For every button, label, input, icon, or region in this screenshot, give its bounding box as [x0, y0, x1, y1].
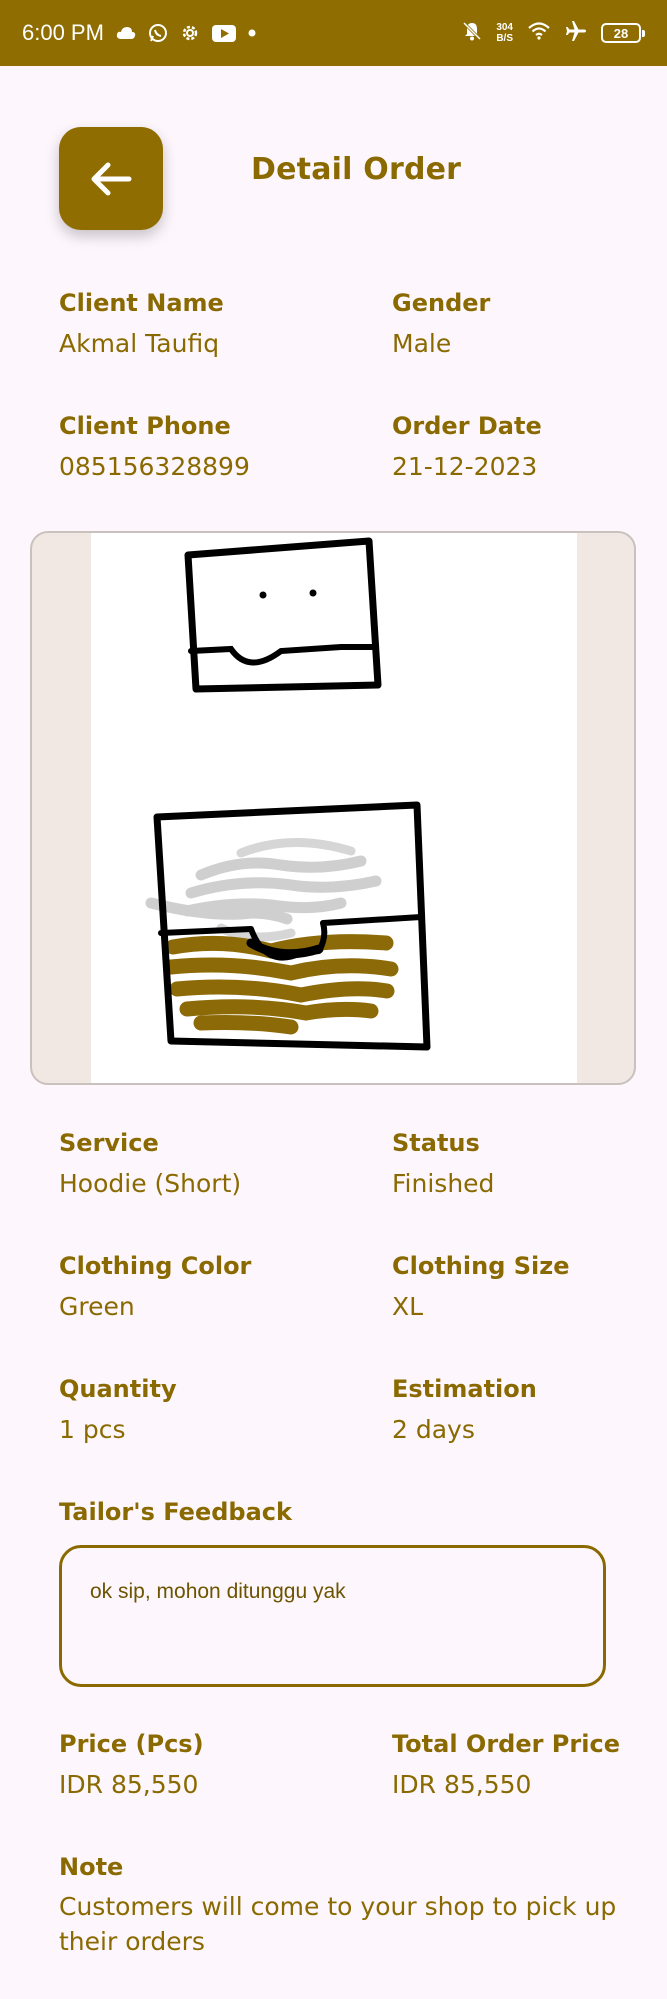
- status-value: Finished: [392, 1169, 495, 1198]
- youtube-icon: [211, 24, 236, 42]
- status-field: Status Finished: [392, 1129, 494, 1198]
- clothing-size-field: Clothing Size XL: [392, 1252, 570, 1321]
- price-label: Price (Pcs): [59, 1730, 204, 1758]
- order-date-label: Order Date: [392, 412, 542, 440]
- order-date-value: 21-12-2023: [392, 452, 538, 481]
- total-price-field: Total Order Price IDR 85,550: [392, 1730, 620, 1799]
- client-phone-field: Client Phone 085156328899: [59, 412, 250, 481]
- design-image-card[interactable]: [30, 531, 636, 1085]
- clothing-size-value: XL: [392, 1292, 424, 1321]
- quantity-value: 1 pcs: [59, 1415, 126, 1444]
- airplane-icon: [565, 20, 587, 47]
- order-date-field: Order Date 21-12-2023: [392, 412, 542, 481]
- price-value: IDR 85,550: [59, 1770, 199, 1799]
- dot-icon: [248, 29, 256, 37]
- clothing-color-field: Clothing Color Green: [59, 1252, 251, 1321]
- battery-level: 28: [613, 25, 629, 41]
- settings-icon: [180, 23, 200, 43]
- price-field: Price (Pcs) IDR 85,550: [59, 1730, 204, 1799]
- status-bar-right: 304 B/S 28: [462, 20, 645, 47]
- estimation-value: 2 days: [392, 1415, 475, 1444]
- feedback-field: Tailor's Feedback: [59, 1498, 292, 1526]
- battery-icon: 28: [601, 23, 645, 43]
- client-name-label: Client Name: [59, 289, 224, 317]
- design-sketch-image: [91, 533, 577, 1083]
- total-price-value: IDR 85,550: [392, 1770, 532, 1799]
- arrow-left-icon: [91, 162, 132, 195]
- whatsapp-icon: [148, 23, 168, 43]
- mute-icon: [462, 21, 482, 46]
- status-bar-left: 6:00 PM: [22, 20, 256, 46]
- clothing-color-label: Clothing Color: [59, 1252, 252, 1280]
- clothing-color-value: Green: [59, 1292, 135, 1321]
- estimation-label: Estimation: [392, 1375, 537, 1403]
- gender-field: Gender Male: [392, 289, 490, 358]
- service-label: Service: [59, 1129, 159, 1157]
- note-field: Note Customers will come to your shop to…: [59, 1853, 619, 1959]
- feedback-text: ok sip, mohon ditunggu yak: [90, 1580, 346, 1603]
- quantity-label: Quantity: [59, 1375, 177, 1403]
- estimation-field: Estimation 2 days: [392, 1375, 537, 1444]
- net-speed-unit: B/S: [496, 33, 513, 44]
- gender-label: Gender: [392, 289, 491, 317]
- client-phone-value: 085156328899: [59, 452, 250, 481]
- clothing-size-label: Clothing Size: [392, 1252, 570, 1280]
- client-name-value: Akmal Taufiq: [59, 329, 220, 358]
- service-field: Service Hoodie (Short): [59, 1129, 241, 1198]
- feedback-text-box[interactable]: ok sip, mohon ditunggu yak: [59, 1545, 606, 1687]
- quantity-field: Quantity 1 pcs: [59, 1375, 177, 1444]
- net-speed: 304 B/S: [496, 22, 513, 44]
- wifi-icon: [527, 21, 551, 45]
- status-time: 6:00 PM: [22, 20, 104, 45]
- feedback-label: Tailor's Feedback: [59, 1498, 292, 1526]
- gender-value: Male: [392, 329, 452, 358]
- status-label: Status: [392, 1129, 480, 1157]
- total-price-label: Total Order Price: [392, 1730, 620, 1758]
- page-title: Detail Order: [251, 152, 462, 187]
- client-name-field: Client Name Akmal Taufiq: [59, 289, 224, 358]
- note-value: Customers will come to your shop to pick…: [59, 1892, 617, 1956]
- client-phone-label: Client Phone: [59, 412, 231, 440]
- cloud-icon: [116, 26, 136, 40]
- back-button[interactable]: [59, 127, 163, 230]
- note-label: Note: [59, 1853, 124, 1881]
- status-bar: 6:00 PM 304 B/S 28: [0, 0, 667, 66]
- net-speed-value: 304: [496, 22, 513, 33]
- service-value: Hoodie (Short): [59, 1169, 242, 1198]
